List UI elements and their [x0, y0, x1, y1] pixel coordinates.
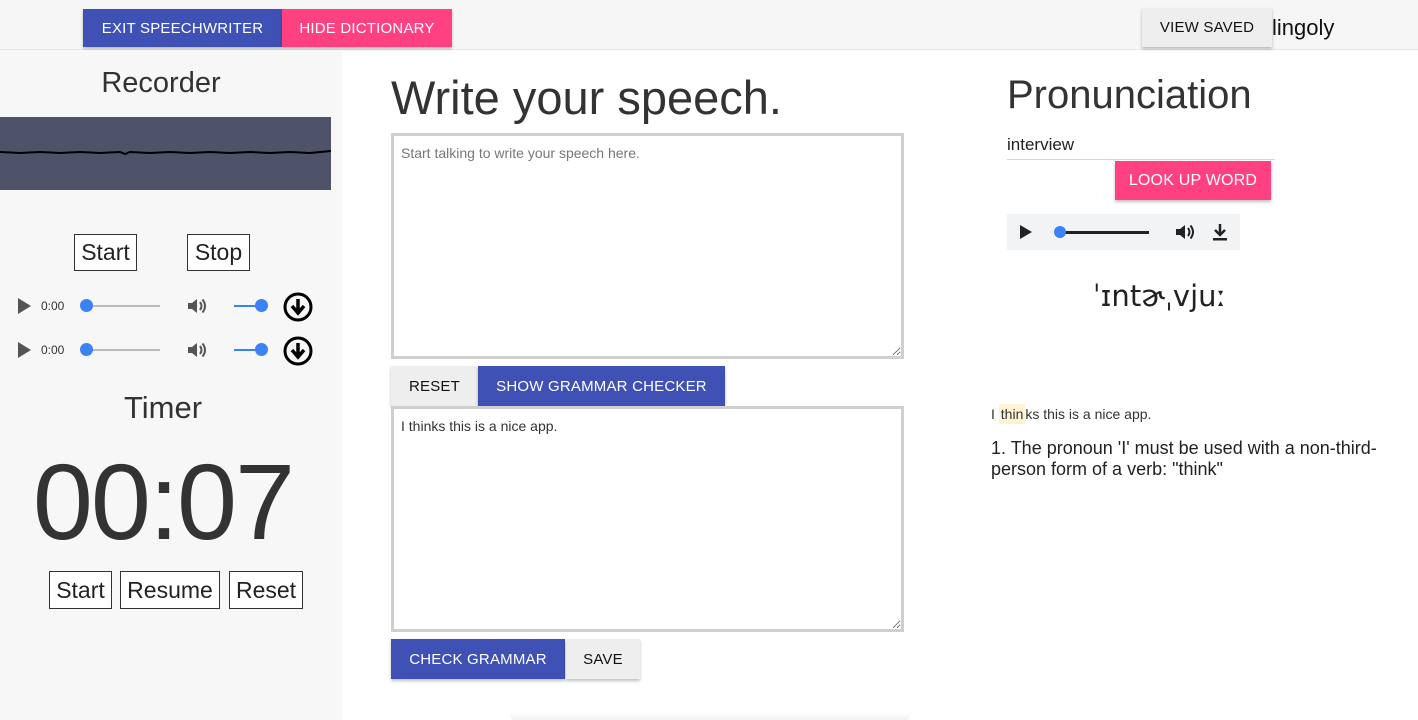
- waveform-display: [0, 117, 331, 190]
- playback-time: 0:00: [41, 299, 65, 313]
- check-grammar-button[interactable]: CHECK GRAMMAR: [391, 639, 565, 679]
- recorder-stop-button[interactable]: Stop: [187, 234, 250, 271]
- recording-player-1: 0:00: [10, 291, 320, 322]
- top-bar: EXIT SPEECHWRITER HIDE DICTIONARY VIEW S…: [0, 0, 1418, 50]
- ipa-transcription: ˈɪntɚˌvjuː: [1092, 279, 1227, 313]
- seek-track[interactable]: [86, 305, 160, 307]
- seek-track[interactable]: [1060, 231, 1149, 234]
- seek-track[interactable]: [86, 349, 160, 351]
- download-circle-icon[interactable]: [282, 335, 314, 372]
- seek-slider[interactable]: [80, 299, 93, 312]
- pronunciation-audio-player: [1007, 214, 1240, 250]
- play-icon[interactable]: [18, 342, 31, 358]
- save-button[interactable]: SAVE: [566, 639, 640, 679]
- grammar-suggestion: 1. The pronoun 'I' must be used with a n…: [991, 438, 1377, 479]
- sentence-text: I: [991, 406, 999, 422]
- volume-icon[interactable]: [1174, 222, 1196, 247]
- view-saved-button[interactable]: VIEW SAVED: [1142, 8, 1272, 47]
- timer-title: Timer: [123, 390, 203, 425]
- recorder-panel: Recorder Start Stop 0:00 0:00 Timer 00:0…: [0, 50, 342, 720]
- pronunciation-title: Pronunciation: [1007, 73, 1252, 117]
- grammar-textarea[interactable]: I thinks this is a nice app.: [391, 406, 904, 632]
- hide-dictionary-button[interactable]: HIDE DICTIONARY: [282, 9, 452, 47]
- show-grammar-checker-button[interactable]: SHOW GRAMMAR CHECKER: [478, 366, 725, 406]
- timer-display: 00:07: [32, 441, 295, 562]
- volume-icon[interactable]: [186, 340, 208, 365]
- play-icon[interactable]: [18, 298, 31, 314]
- speech-textarea[interactable]: [391, 133, 904, 359]
- play-icon[interactable]: [1020, 225, 1032, 239]
- recording-player-2: 0:00: [10, 335, 320, 366]
- seek-slider[interactable]: [80, 343, 93, 356]
- divider: [510, 712, 910, 720]
- timer-start-button[interactable]: Start: [49, 571, 112, 609]
- sentence-text: ks this is a nice app.: [1025, 406, 1152, 422]
- page-title: Write your speech.: [391, 71, 782, 124]
- seek-slider[interactable]: [1054, 226, 1066, 238]
- waveform-icon: [0, 150, 331, 156]
- download-circle-icon[interactable]: [282, 291, 314, 328]
- recorder-start-button[interactable]: Start: [74, 234, 137, 271]
- volume-icon[interactable]: [186, 296, 208, 321]
- word-input[interactable]: [1007, 130, 1275, 160]
- error-highlight[interactable]: thin: [998, 404, 1026, 424]
- exit-speechwriter-button[interactable]: EXIT SPEECHWRITER: [83, 9, 282, 47]
- playback-time: 0:00: [41, 343, 65, 357]
- recorder-title: Recorder: [101, 67, 221, 99]
- timer-resume-button[interactable]: Resume: [120, 571, 220, 609]
- download-icon[interactable]: [1210, 222, 1230, 247]
- reset-button[interactable]: RESET: [391, 366, 478, 406]
- volume-slider[interactable]: [255, 299, 268, 312]
- timer-reset-button[interactable]: Reset: [229, 571, 303, 609]
- brand-logo[interactable]: lingoly: [1272, 15, 1334, 41]
- look-up-word-button[interactable]: LOOK UP WORD: [1115, 161, 1271, 200]
- volume-slider[interactable]: [255, 343, 268, 356]
- grammar-sentence: I thin ks this is a nice app.: [991, 404, 1152, 424]
